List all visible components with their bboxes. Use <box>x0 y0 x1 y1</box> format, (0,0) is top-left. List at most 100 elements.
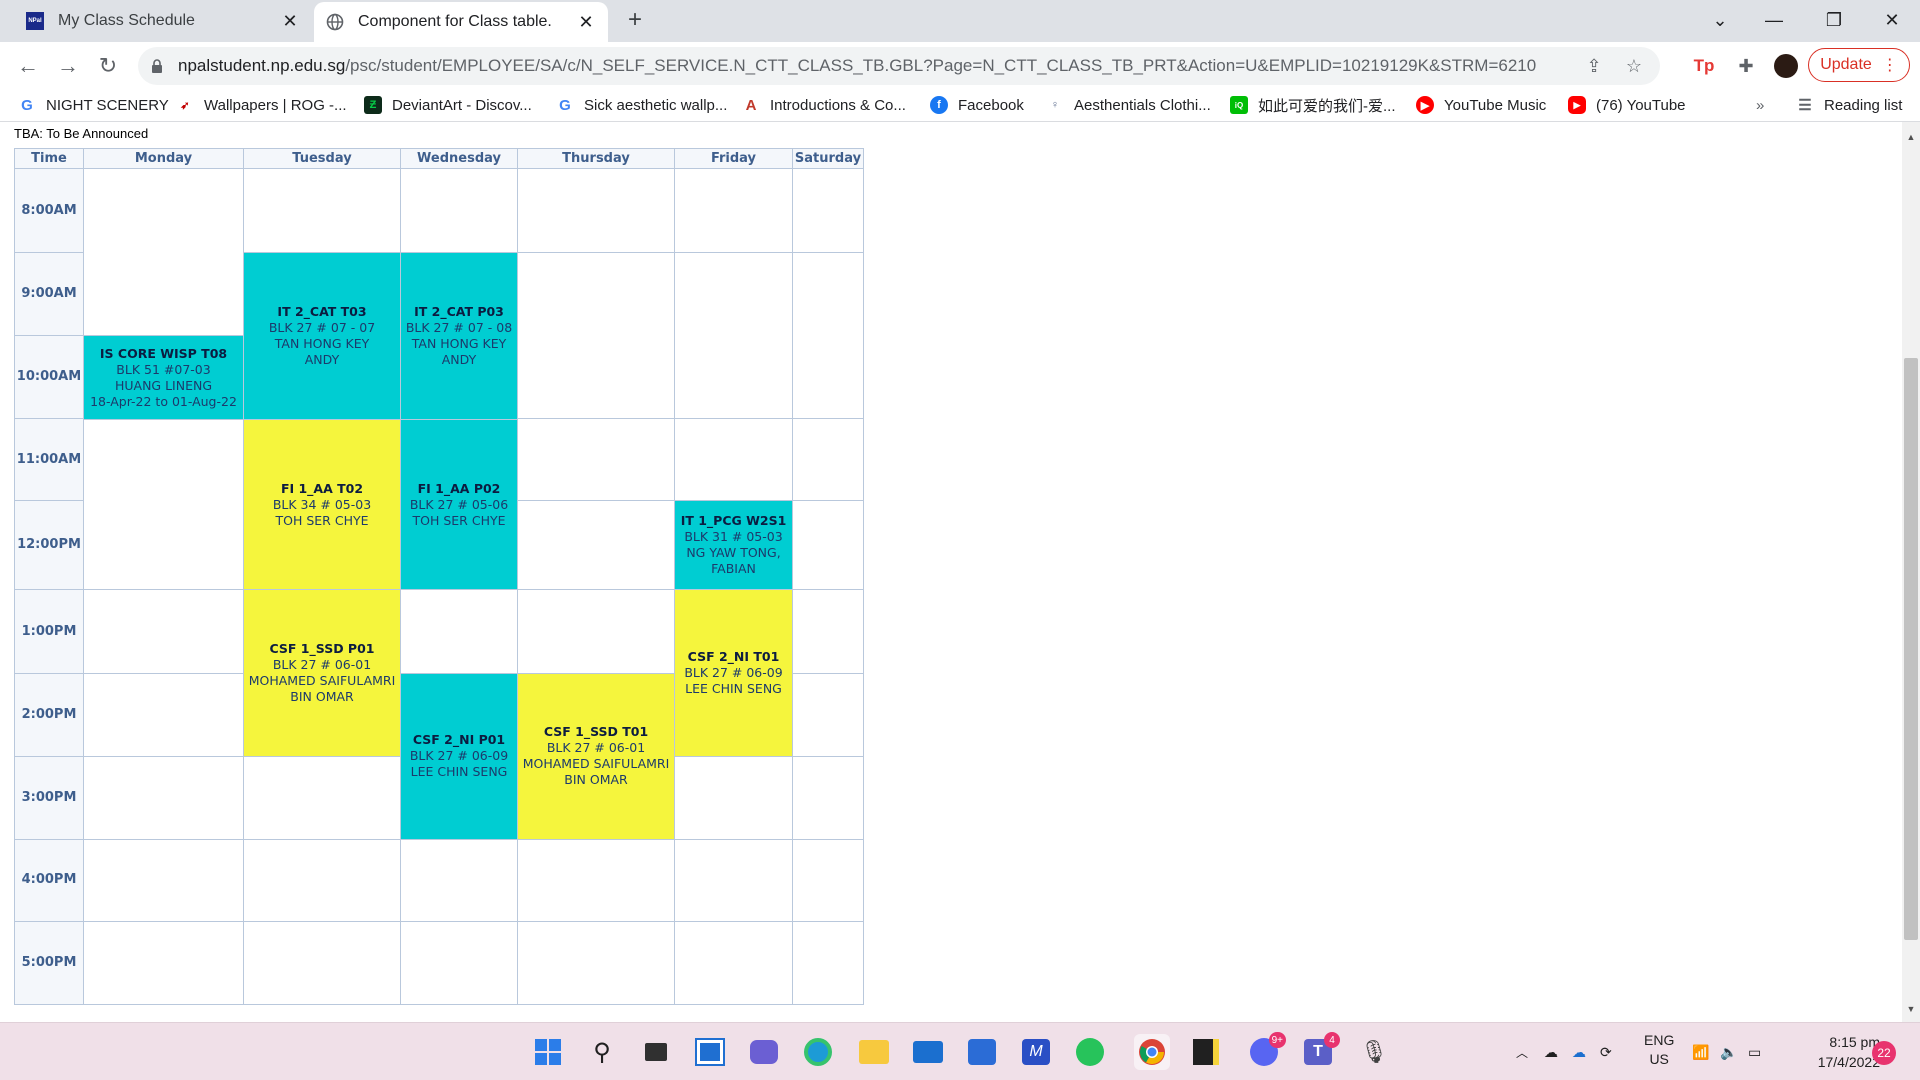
scroll-down-icon[interactable]: ▼ <box>1902 1000 1920 1018</box>
back-icon[interactable]: ← <box>12 50 44 82</box>
teams-icon[interactable]: T4 <box>1300 1032 1340 1070</box>
empty-cell <box>400 838 518 922</box>
table-row: 5:00PM <box>14 920 864 1006</box>
sync-icon[interactable]: ⟳ <box>1600 1035 1612 1069</box>
class-block[interactable]: IT 1_PCG W2S1 BLK 31 # 05-03 NG YAW TONG… <box>674 500 793 591</box>
update-button[interactable]: Update ⋮ <box>1808 48 1910 82</box>
close-window-icon[interactable]: ✕ <box>1864 0 1920 40</box>
empty-cell <box>792 500 864 591</box>
table-row: 1:00PM CSF 1_SSD P01 BLK 27 # 06-01 MOHA… <box>14 589 864 757</box>
file-explorer-icon[interactable] <box>856 1034 892 1070</box>
header-thursday: Thursday <box>517 148 675 169</box>
forward-icon[interactable]: → <box>52 50 84 82</box>
windows-start-icon[interactable] <box>530 1034 566 1070</box>
a-logo-icon: A <box>742 96 760 114</box>
bookmark-introductions[interactable]: A Introductions & Co... <box>742 93 906 117</box>
empty-cell <box>83 920 244 1006</box>
wifi-icon[interactable]: 📶 <box>1692 1035 1709 1069</box>
class-lecturer: TAN HONG KEY <box>274 336 370 352</box>
class-lecturer: NG YAW TONG, <box>686 545 781 561</box>
bookmark-deviantart[interactable]: Ƶ DeviantArt - Discov... <box>364 93 532 117</box>
empty-cell <box>792 252 864 420</box>
class-block[interactable]: IS CORE WISP T08 BLK 51 #07-03 HUANG LIN… <box>83 335 244 421</box>
teams-badge: 4 <box>1324 1032 1340 1048</box>
minimize-icon[interactable]: — <box>1746 0 1802 40</box>
app-icon[interactable]: M <box>1018 1034 1054 1070</box>
class-block[interactable]: FI 1_AA P02 BLK 27 # 05-06 TOH SER CHYE <box>400 419 518 591</box>
mail-icon[interactable] <box>910 1034 946 1070</box>
search-icon[interactable]: ⚲ <box>584 1034 620 1070</box>
microphone-icon[interactable]: 🎙 <box>1356 1034 1392 1070</box>
whatsapp-icon[interactable] <box>1072 1034 1108 1070</box>
chrome-icon[interactable] <box>1134 1034 1170 1070</box>
url-text[interactable]: npalstudent.np.edu.sg/psc/student/EMPLOY… <box>178 56 1580 76</box>
scroll-up-icon[interactable]: ▲ <box>1902 128 1920 146</box>
region-label: US <box>1649 1051 1669 1067</box>
empty-cell <box>243 755 401 840</box>
bookmark-rog-wallpapers[interactable]: ➶ Wallpapers | ROG -... <box>176 93 347 117</box>
empty-cell <box>517 589 675 674</box>
bookmark-youtube-music[interactable]: ▶ YouTube Music <box>1416 93 1546 117</box>
address-bar[interactable]: npalstudent.np.edu.sg/psc/student/EMPLOY… <box>138 47 1660 85</box>
bookmark-aesthentials[interactable]: ♀ Aesthentials Clothi... <box>1046 93 1211 117</box>
class-block[interactable]: CSF 1_SSD T01 BLK 27 # 06-01 MOHAMED SAI… <box>517 672 675 840</box>
class-name: IS CORE WISP T08 <box>99 345 228 361</box>
chevron-up-icon[interactable]: ︿ <box>1516 1035 1528 1069</box>
reading-list[interactable]: ☰ Reading list <box>1796 93 1902 117</box>
profile-avatar[interactable] <box>1772 52 1800 80</box>
class-block[interactable]: IT 2_CAT P03 BLK 27 # 07 - 08 TAN HONG K… <box>400 252 518 421</box>
edge-icon[interactable] <box>800 1034 836 1070</box>
extensions-puzzle-icon[interactable]: ✚ <box>1732 52 1760 80</box>
class-block[interactable]: CSF 2_NI P01 BLK 27 # 06-09 LEE CHIN SEN… <box>400 672 518 840</box>
tp-extension-icon[interactable]: Tp <box>1690 52 1718 80</box>
close-tab-icon[interactable]: ✕ <box>574 10 598 34</box>
empty-cell <box>83 755 244 840</box>
tab-search-icon[interactable]: ⌄ <box>1692 0 1748 40</box>
time-cell: 10:00AM <box>14 335 84 420</box>
class-name: CSF 1_SSD T01 <box>543 724 649 740</box>
empty-cell <box>83 838 244 922</box>
empty-cell <box>674 920 793 1006</box>
bookmark-facebook[interactable]: f Facebook <box>930 93 1024 117</box>
taskbar-clock[interactable]: 8:15 pm 17/4/2022 <box>1778 1032 1880 1072</box>
youtube-music-icon: ▶ <box>1416 96 1434 114</box>
scrollbar-thumb[interactable] <box>1904 358 1918 940</box>
more-bookmarks-icon[interactable]: » <box>1756 93 1764 117</box>
volume-icon[interactable]: 🔈 <box>1720 1035 1737 1069</box>
widgets-icon[interactable] <box>692 1034 728 1070</box>
discord-icon[interactable]: 9+ <box>1246 1032 1286 1070</box>
empty-cell <box>517 838 675 922</box>
language-indicator[interactable]: ENG US <box>1644 1031 1674 1067</box>
sticky-notes-icon[interactable] <box>1188 1034 1224 1070</box>
bookmark-night-scenery[interactable]: G NIGHT SCENERY <box>18 93 169 117</box>
task-view-icon[interactable] <box>638 1034 674 1070</box>
teams-chat-icon[interactable] <box>746 1034 782 1070</box>
empty-cell <box>243 920 401 1006</box>
empty-cell <box>243 838 401 922</box>
cloud-icon[interactable]: ☁ <box>1544 1035 1558 1069</box>
empty-cell <box>83 419 244 591</box>
store-icon[interactable] <box>964 1034 1000 1070</box>
class-block[interactable]: IT 2_CAT T03 BLK 27 # 07 - 07 TAN HONG K… <box>243 252 401 421</box>
restore-icon[interactable]: ❐ <box>1806 0 1862 40</box>
class-block[interactable]: CSF 2_NI T01 BLK 27 # 06-09 LEE CHIN SEN… <box>674 589 793 757</box>
share-icon[interactable]: ⇪ <box>1580 52 1608 80</box>
bookmark-sick-aesthetic[interactable]: G Sick aesthetic wallp... <box>556 93 727 117</box>
reload-icon[interactable]: ↻ <box>92 50 124 82</box>
empty-cell <box>792 672 864 757</box>
tab-my-class-schedule[interactable]: NPal My Class Schedule ✕ <box>12 0 312 42</box>
reading-list-icon: ☰ <box>1796 96 1814 114</box>
bookmark-chinese-drama[interactable]: iQ 如此可爱的我们-爱... <box>1230 93 1396 117</box>
facebook-icon: f <box>930 96 948 114</box>
class-block[interactable]: FI 1_AA T02 BLK 34 # 05-03 TOH SER CHYE <box>243 419 401 591</box>
bookmark-youtube[interactable]: ▶ (76) YouTube <box>1568 93 1686 117</box>
close-tab-icon[interactable]: ✕ <box>278 9 302 33</box>
class-name: FI 1_AA T02 <box>280 480 364 496</box>
tab-component-for-class-table[interactable]: Component for Class table. ✕ <box>314 2 608 42</box>
new-tab-icon[interactable]: + <box>622 8 648 34</box>
onedrive-icon[interactable]: ☁ <box>1572 1035 1586 1069</box>
class-block[interactable]: CSF 1_SSD P01 BLK 27 # 06-01 MOHAMED SAI… <box>243 589 401 757</box>
battery-icon[interactable]: ▭ <box>1748 1035 1761 1069</box>
notification-badge[interactable]: 22 <box>1872 1041 1896 1065</box>
bookmark-star-icon[interactable]: ☆ <box>1620 52 1648 80</box>
